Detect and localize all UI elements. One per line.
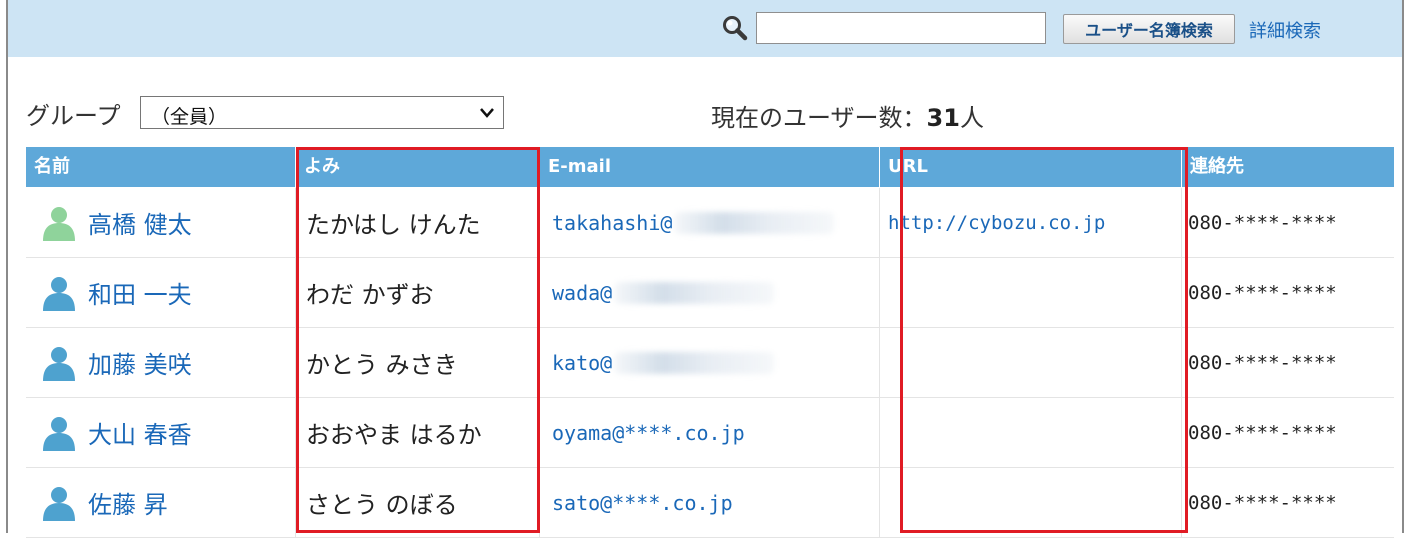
user-name-link[interactable]: 加藤 美咲 <box>88 345 192 380</box>
email-link[interactable]: kato@ <box>540 351 612 375</box>
yomi-text: わだ かずお <box>306 281 434 309</box>
user-count-unit: 人 <box>959 104 984 132</box>
chevron-down-icon <box>480 108 494 118</box>
table-row: 大山 春香 おおやま はるか oyama@****.co.jp 080-****-**… <box>26 398 1394 468</box>
user-name-link[interactable]: 高橋 健太 <box>88 205 192 240</box>
table-row: 佐藤 昇 さとう のぼる sato@****.co.jp 080-****-**** <box>26 468 1394 538</box>
user-avatar-icon <box>43 486 75 521</box>
search-toolbar: ユーザー名簿検索 詳細検索 <box>8 0 1402 57</box>
url-cell <box>880 328 1182 397</box>
url-cell <box>880 258 1182 327</box>
redacted-email-domain <box>614 281 775 304</box>
table-row: 高橋 健太 たかはし けんた takahashi@ http://cybozu.co.… <box>26 188 1394 258</box>
yomi-cell: さとう のぼる <box>296 468 540 537</box>
user-directory-search-button[interactable]: ユーザー名簿検索 <box>1063 14 1235 44</box>
redacted-email-domain <box>614 351 775 374</box>
group-select-value: （全員） <box>151 106 228 128</box>
yomi-text: おおやま はるか <box>306 421 482 449</box>
contact-text: 080-****-**** <box>1188 281 1337 304</box>
url-cell <box>880 398 1182 467</box>
redacted-email-domain <box>674 211 835 234</box>
email-cell: oyama@****.co.jp <box>540 398 880 467</box>
email-link[interactable]: sato@****.co.jp <box>540 491 733 515</box>
email-link[interactable]: takahashi@ <box>540 211 672 235</box>
window-frame-left <box>6 0 8 533</box>
group-label: グループ <box>26 102 121 130</box>
table-row: 和田 一夫 わだ かずお wada@ 080-****-**** <box>26 258 1394 328</box>
table-row: 加藤 美咲 かとう みさき kato@ 080-****-**** <box>26 328 1394 398</box>
yomi-cell: おおやま はるか <box>296 398 540 467</box>
name-cell: 佐藤 昇 <box>26 468 296 537</box>
column-header-yomi[interactable]: よみ <box>296 147 540 187</box>
user-count: 現在のユーザー数：31人 <box>711 98 984 133</box>
name-cell: 加藤 美咲 <box>26 328 296 397</box>
user-name-link[interactable]: 大山 春香 <box>88 415 192 450</box>
contact-text: 080-****-**** <box>1188 491 1337 514</box>
column-header-url[interactable]: URL <box>880 147 1182 187</box>
contact-text: 080-****-**** <box>1188 211 1337 234</box>
user-avatar-icon <box>43 206 75 241</box>
contact-cell: 080-****-**** <box>1182 468 1394 537</box>
name-cell: 大山 春香 <box>26 398 296 467</box>
email-cell: kato@ <box>540 328 880 397</box>
yomi-text: さとう のぼる <box>306 491 458 519</box>
search-icon <box>723 16 748 41</box>
column-header-email[interactable]: E-mail <box>540 147 880 187</box>
yomi-text: かとう みさき <box>306 351 458 379</box>
contact-cell: 080-****-**** <box>1182 188 1394 257</box>
yomi-text: たかはし けんた <box>306 211 481 239</box>
column-header-name[interactable]: 名前 <box>26 147 296 187</box>
user-name-link[interactable]: 佐藤 昇 <box>88 485 168 520</box>
contact-cell: 080-****-**** <box>1182 328 1394 397</box>
url-cell: http://cybozu.co.jp <box>880 188 1182 257</box>
yomi-cell: かとう みさき <box>296 328 540 397</box>
search-input[interactable] <box>756 12 1046 44</box>
url-cell <box>880 468 1182 537</box>
window-frame-right <box>1402 0 1404 533</box>
group-select[interactable]: （全員） <box>140 96 504 129</box>
user-avatar-icon <box>43 416 75 451</box>
column-header-contact[interactable]: 連絡先 <box>1182 147 1394 187</box>
email-link[interactable]: oyama@****.co.jp <box>540 421 745 445</box>
name-cell: 高橋 健太 <box>26 188 296 257</box>
yomi-cell: わだ かずお <box>296 258 540 327</box>
name-cell: 和田 一夫 <box>26 258 296 327</box>
email-cell: sato@****.co.jp <box>540 468 880 537</box>
contact-cell: 080-****-**** <box>1182 258 1394 327</box>
user-count-label: 現在のユーザー数： <box>711 104 927 132</box>
user-avatar-icon <box>43 346 75 381</box>
email-link[interactable]: wada@ <box>540 281 612 305</box>
user-count-value: 31 <box>926 104 960 132</box>
email-cell: takahashi@ <box>540 188 880 257</box>
email-cell: wada@ <box>540 258 880 327</box>
user-avatar-icon <box>43 276 75 311</box>
user-name-link[interactable]: 和田 一夫 <box>88 275 192 310</box>
yomi-cell: たかはし けんた <box>296 188 540 257</box>
contact-text: 080-****-**** <box>1188 421 1337 444</box>
contact-cell: 080-****-**** <box>1182 398 1394 467</box>
advanced-search-link[interactable]: 詳細検索 <box>1249 17 1321 43</box>
table-header: 名前 よみ E-mail URL 連絡先 <box>26 147 1394 187</box>
contact-text: 080-****-**** <box>1188 351 1337 374</box>
url-link[interactable]: http://cybozu.co.jp <box>880 212 1105 234</box>
